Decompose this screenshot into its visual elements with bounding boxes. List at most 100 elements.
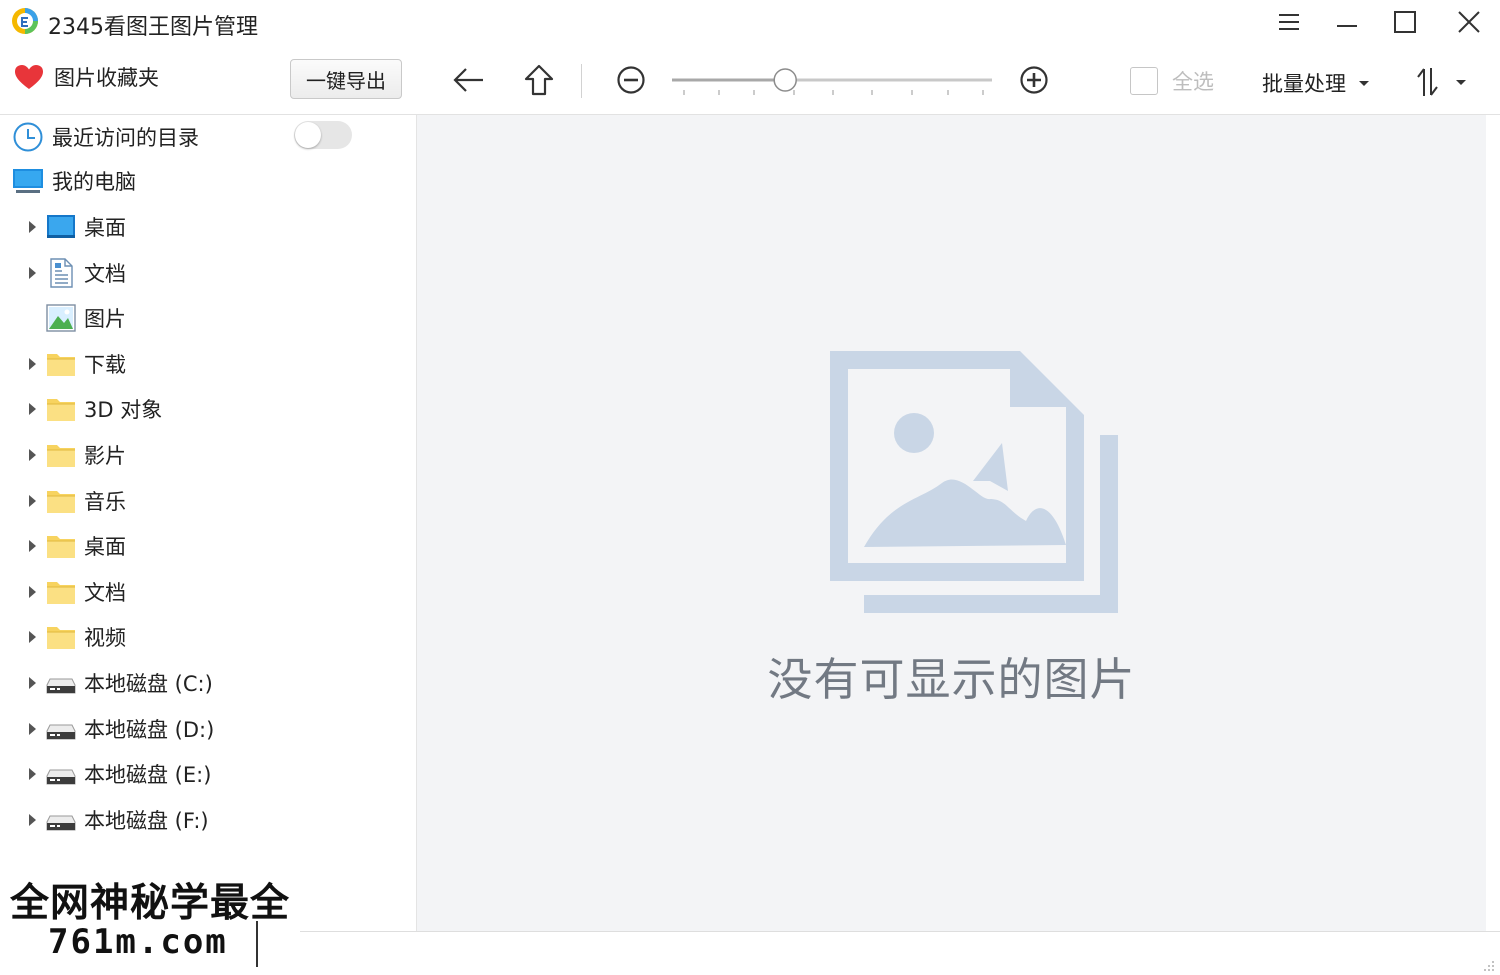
picture-icon	[46, 303, 76, 333]
empty-state-message: 没有可显示的图片	[767, 653, 1136, 706]
empty-picture-icon	[830, 351, 1118, 613]
desktop-icon	[46, 212, 76, 242]
recent-toggle[interactable]	[294, 121, 352, 149]
tree-item-drive[interactable]: 本地磁盘 (E:)	[0, 752, 410, 796]
up-arrow-icon[interactable]	[521, 62, 557, 98]
zoom-out-icon[interactable]	[613, 62, 649, 98]
folder-icon	[46, 440, 76, 470]
tree-item-picture[interactable]: 图片	[0, 296, 410, 340]
image-grid-area: 没有可显示的图片	[417, 115, 1486, 931]
expand-arrow-icon[interactable]	[26, 766, 38, 782]
heart-icon	[15, 65, 43, 89]
title-bar: 2345看图王图片管理	[0, 0, 1500, 46]
favorites-button[interactable]: 图片收藏夹	[14, 62, 159, 92]
expand-arrow-icon[interactable]	[26, 356, 38, 372]
tree-item-folder[interactable]: 3D 对象	[0, 387, 410, 431]
expand-arrow-icon[interactable]	[26, 538, 38, 554]
back-arrow-icon[interactable]	[451, 62, 487, 98]
toolbar-divider	[581, 64, 582, 98]
expand-arrow-icon[interactable]	[26, 584, 38, 600]
select-all-box[interactable]	[1130, 67, 1158, 95]
tree-item-label: 下载	[84, 353, 126, 377]
toolbar: 图片收藏夹 一键导出 全选 批量处理	[0, 46, 1500, 115]
tree-item-folder[interactable]: 桌面	[0, 524, 410, 568]
expand-arrow-icon[interactable]	[26, 493, 38, 509]
folder-icon	[46, 486, 76, 516]
expand-arrow-icon[interactable]	[26, 675, 38, 691]
minimize-icon[interactable]	[1325, 4, 1369, 40]
tree-item-folder[interactable]: 视频	[0, 615, 410, 659]
expand-arrow-icon[interactable]	[26, 721, 38, 737]
tree-item-label: 影片	[84, 444, 126, 468]
close-icon[interactable]	[1447, 4, 1491, 40]
tree-item-drive[interactable]: 本地磁盘 (D:)	[0, 707, 410, 751]
zoom-slider[interactable]	[672, 64, 994, 100]
maximize-icon[interactable]	[1383, 4, 1427, 40]
tree-item-folder[interactable]: 音乐	[0, 479, 410, 523]
tree-item-label: 桌面	[84, 216, 126, 240]
tree-item-drive[interactable]: 本地磁盘 (F:)	[0, 798, 410, 842]
expand-arrow-icon[interactable]	[26, 265, 38, 281]
watermark-divider	[256, 921, 258, 967]
clock-icon	[13, 122, 43, 152]
sort-icon	[1417, 68, 1438, 96]
folder-icon	[46, 622, 76, 652]
select-all-checkbox[interactable]: 全选	[1130, 66, 1214, 96]
tree-item-desktop[interactable]: 桌面	[0, 205, 410, 249]
expand-arrow-icon[interactable]	[26, 447, 38, 463]
tree-item-label: 3D 对象	[84, 398, 163, 422]
tree-item-label: 视频	[84, 626, 126, 650]
caret-down-icon	[1456, 80, 1466, 85]
tree-item-label: 文档	[84, 581, 126, 605]
sidebar: 最近访问的目录 我的电脑 桌面 文档 图片 下载 3D 对象 影片 音乐 桌面 文档 视频 本地磁盘…	[0, 115, 417, 931]
computer-icon	[13, 169, 43, 193]
tree-item-document[interactable]: 文档	[0, 251, 410, 295]
zoom-in-icon[interactable]	[1016, 62, 1052, 98]
caret-down-icon	[1359, 81, 1369, 86]
recent-directories[interactable]: 最近访问的目录	[0, 115, 410, 159]
zoom-slider-knob[interactable]	[773, 68, 797, 92]
folder-icon	[46, 349, 76, 379]
expand-arrow-icon[interactable]	[26, 812, 38, 828]
tree-item-label: 本地磁盘 (F:)	[84, 809, 209, 833]
tree-item-label: 本地磁盘 (E:)	[84, 763, 212, 787]
watermark: 全网神秘学最全 761m.com	[0, 866, 300, 974]
tree-item-folder[interactable]: 影片	[0, 433, 410, 477]
favorites-label: 图片收藏夹	[54, 66, 159, 90]
window-title: 2345看图王图片管理	[48, 15, 258, 40]
expand-arrow-icon[interactable]	[26, 629, 38, 645]
expand-arrow-icon[interactable]	[26, 219, 38, 235]
batch-process-button[interactable]: 批量处理	[1262, 68, 1374, 98]
expand-arrow-icon[interactable]	[26, 401, 38, 417]
recent-directories-label: 最近访问的目录	[52, 126, 199, 150]
select-all-label: 全选	[1172, 70, 1214, 94]
my-computer-label: 我的电脑	[52, 170, 136, 194]
sort-button[interactable]	[1415, 66, 1471, 98]
toggle-knob	[295, 122, 321, 148]
tree-item-folder[interactable]: 文档	[0, 570, 410, 614]
drive-icon	[46, 805, 76, 835]
tree-item-label: 本地磁盘 (D:)	[84, 718, 215, 742]
app-logo-icon	[12, 8, 38, 34]
tree-item-folder[interactable]: 下载	[0, 342, 410, 386]
watermark-url: 761m.com	[48, 922, 228, 962]
folder-icon	[46, 577, 76, 607]
tree-item-label: 桌面	[84, 535, 126, 559]
watermark-text: 全网神秘学最全	[10, 881, 291, 926]
document-icon	[46, 258, 76, 288]
resize-grip-icon[interactable]	[1480, 957, 1496, 973]
export-button[interactable]: 一键导出	[290, 59, 402, 99]
folder-icon	[46, 394, 76, 424]
drive-icon	[46, 668, 76, 698]
tree-item-label: 图片	[84, 307, 126, 331]
tree-item-label: 音乐	[84, 490, 126, 514]
batch-process-label: 批量处理	[1262, 72, 1346, 96]
my-computer[interactable]: 我的电脑	[0, 159, 410, 203]
menu-icon[interactable]	[1267, 4, 1311, 40]
drive-icon	[46, 759, 76, 789]
tree-item-drive[interactable]: 本地磁盘 (C:)	[0, 661, 410, 705]
tree-item-label: 本地磁盘 (C:)	[84, 672, 213, 696]
tree-item-label: 文档	[84, 262, 126, 286]
drive-icon	[46, 714, 76, 744]
folder-icon	[46, 531, 76, 561]
